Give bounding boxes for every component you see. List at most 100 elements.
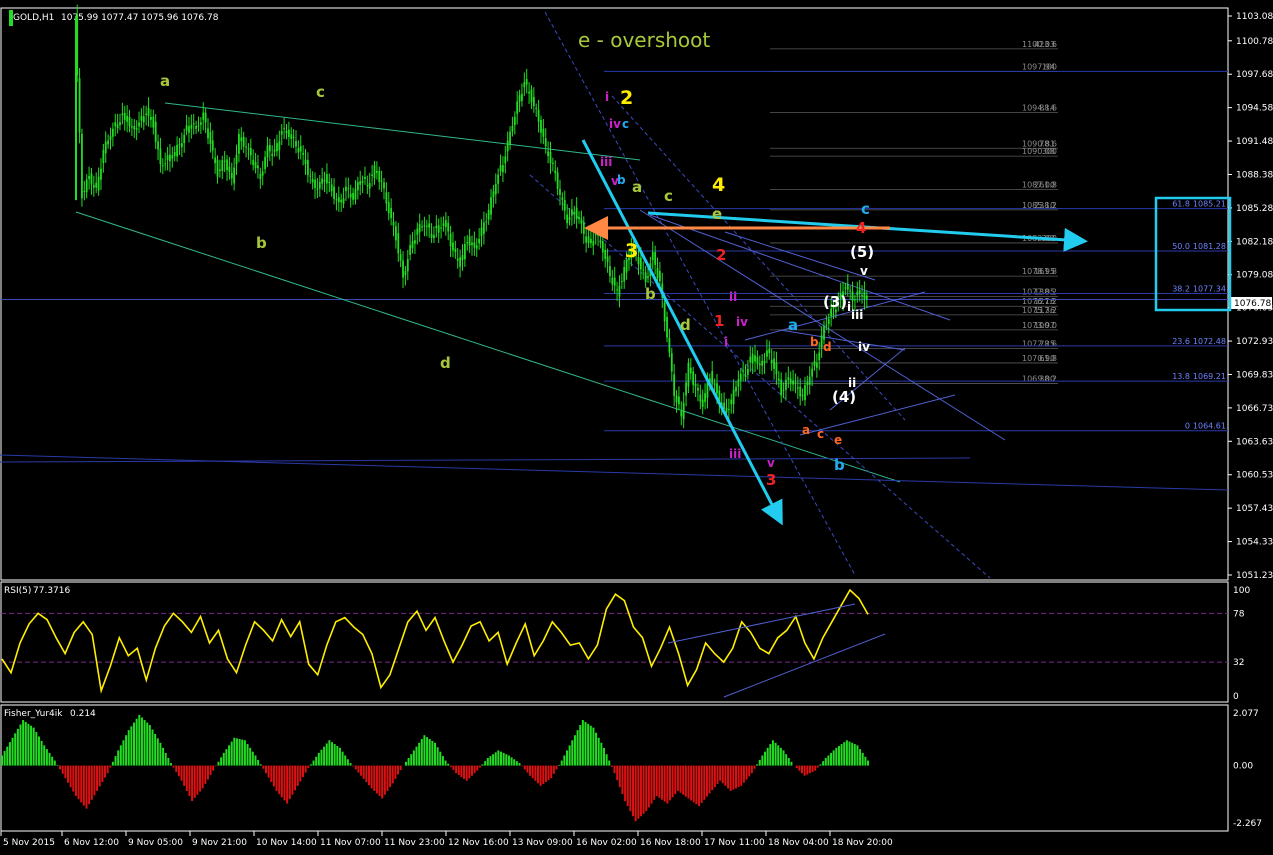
candle-body bbox=[685, 382, 687, 396]
candle-body bbox=[663, 302, 666, 322]
candle-body bbox=[499, 165, 502, 172]
candle-body bbox=[639, 257, 642, 270]
candle-body bbox=[580, 219, 583, 224]
candle-body bbox=[418, 224, 421, 233]
candle-body bbox=[361, 180, 364, 183]
candle-body bbox=[218, 169, 221, 171]
time-tick-label: 18 Nov 20:00 bbox=[832, 838, 893, 848]
chart-canvas[interactable]: GOLD,H1 1075.99 1077.47 1075.96 1076.78 … bbox=[0, 0, 1273, 851]
candle-body bbox=[383, 182, 385, 189]
candle-body bbox=[697, 387, 699, 391]
fib-right-price: 1069.21 bbox=[1193, 372, 1226, 381]
candle-body bbox=[199, 122, 202, 125]
rsi-panel-frame bbox=[0, 581, 1229, 703]
wave-label: 4 bbox=[856, 219, 866, 237]
candle-body bbox=[359, 181, 362, 185]
candle-body bbox=[699, 394, 702, 402]
candle-body bbox=[216, 159, 219, 177]
wave-label: 2 bbox=[716, 246, 726, 264]
candle-body bbox=[590, 239, 592, 244]
fib-right-pct: 50.0 bbox=[1172, 242, 1190, 251]
wave-label: d bbox=[823, 340, 832, 354]
candle-body bbox=[238, 134, 240, 154]
candle-body bbox=[758, 363, 761, 366]
wave-label: c bbox=[664, 187, 673, 205]
candle-body bbox=[490, 197, 492, 215]
candle-body bbox=[818, 352, 821, 361]
wave-label: i bbox=[605, 90, 609, 104]
wave-label: 4 bbox=[712, 174, 725, 196]
candle-body bbox=[102, 150, 105, 163]
wave-label: iii bbox=[600, 155, 612, 169]
candle-body bbox=[264, 156, 266, 170]
wave-label: v bbox=[767, 456, 775, 470]
candle-body bbox=[770, 359, 773, 363]
candle-body bbox=[373, 165, 376, 179]
candle-body bbox=[846, 283, 849, 290]
candle-body bbox=[466, 242, 469, 244]
candle-body bbox=[454, 248, 457, 253]
candle-body bbox=[746, 368, 749, 375]
candle-body bbox=[202, 112, 205, 120]
price-tick-label: 1085.28 bbox=[1236, 204, 1273, 214]
candle-body bbox=[290, 134, 293, 140]
candle-body bbox=[368, 182, 371, 189]
candle-body bbox=[88, 175, 90, 180]
rsi-tick-label: 100 bbox=[1233, 586, 1250, 596]
candle-body bbox=[761, 360, 764, 366]
candle-body bbox=[692, 371, 695, 385]
time-tick-label: 12 Nov 16:00 bbox=[448, 838, 509, 848]
candle-body bbox=[556, 172, 559, 189]
rsi-tick-label: 78 bbox=[1233, 609, 1245, 619]
wave-label: b bbox=[617, 173, 626, 187]
candle-body bbox=[433, 235, 435, 239]
wave-label: b bbox=[810, 335, 819, 349]
candle-body bbox=[423, 225, 426, 227]
candle-body bbox=[83, 191, 86, 193]
wave-label: iii bbox=[851, 308, 863, 322]
wave-label: 1 bbox=[714, 312, 724, 330]
candle-body bbox=[190, 124, 193, 129]
candle-body bbox=[727, 409, 730, 411]
price-tick-label: 1051.23 bbox=[1236, 571, 1273, 581]
candle-body bbox=[280, 130, 283, 135]
fib-level-price: 1073.97 bbox=[1022, 321, 1055, 330]
candle-body bbox=[166, 155, 169, 160]
candle-body bbox=[732, 389, 735, 405]
candle-body bbox=[808, 376, 811, 385]
time-tick-label: 10 Nov 14:00 bbox=[256, 838, 317, 848]
candle-body bbox=[268, 144, 271, 152]
candle-body bbox=[806, 382, 809, 386]
fisher-tick-label: 0.00 bbox=[1233, 762, 1253, 772]
candle-body bbox=[169, 154, 171, 162]
candle-body bbox=[409, 244, 412, 255]
wave-label: c bbox=[316, 83, 325, 101]
candle-body bbox=[851, 291, 854, 301]
candle-body bbox=[675, 395, 678, 403]
candle-body bbox=[150, 116, 152, 120]
candle-body bbox=[766, 350, 768, 357]
candle-body bbox=[704, 393, 706, 402]
candle-body bbox=[276, 143, 278, 152]
wave-label: ii bbox=[729, 290, 737, 304]
candle-body bbox=[763, 360, 766, 364]
candle-body bbox=[183, 134, 186, 144]
candle-body bbox=[804, 385, 806, 401]
trading-chart[interactable]: GOLD,H1 1075.99 1077.47 1075.96 1076.78 … bbox=[0, 0, 1273, 851]
wave-label: b bbox=[645, 285, 656, 303]
fib-right-price: 1072.48 bbox=[1193, 337, 1226, 346]
candle-body bbox=[537, 109, 540, 122]
candle-body bbox=[487, 209, 490, 220]
candle-body bbox=[473, 242, 476, 248]
price-tick-label: 1091.48 bbox=[1236, 137, 1273, 147]
price-tick-label: 1100.78 bbox=[1236, 37, 1273, 47]
candle-body bbox=[673, 374, 676, 396]
rsi-trend-upper bbox=[667, 603, 856, 644]
candle-body bbox=[428, 223, 431, 228]
candle-body bbox=[378, 171, 381, 182]
candle-body bbox=[815, 362, 818, 368]
candle-body bbox=[304, 159, 307, 165]
candle-body bbox=[214, 157, 217, 164]
candle-body bbox=[544, 138, 547, 147]
candle-body bbox=[425, 225, 428, 227]
